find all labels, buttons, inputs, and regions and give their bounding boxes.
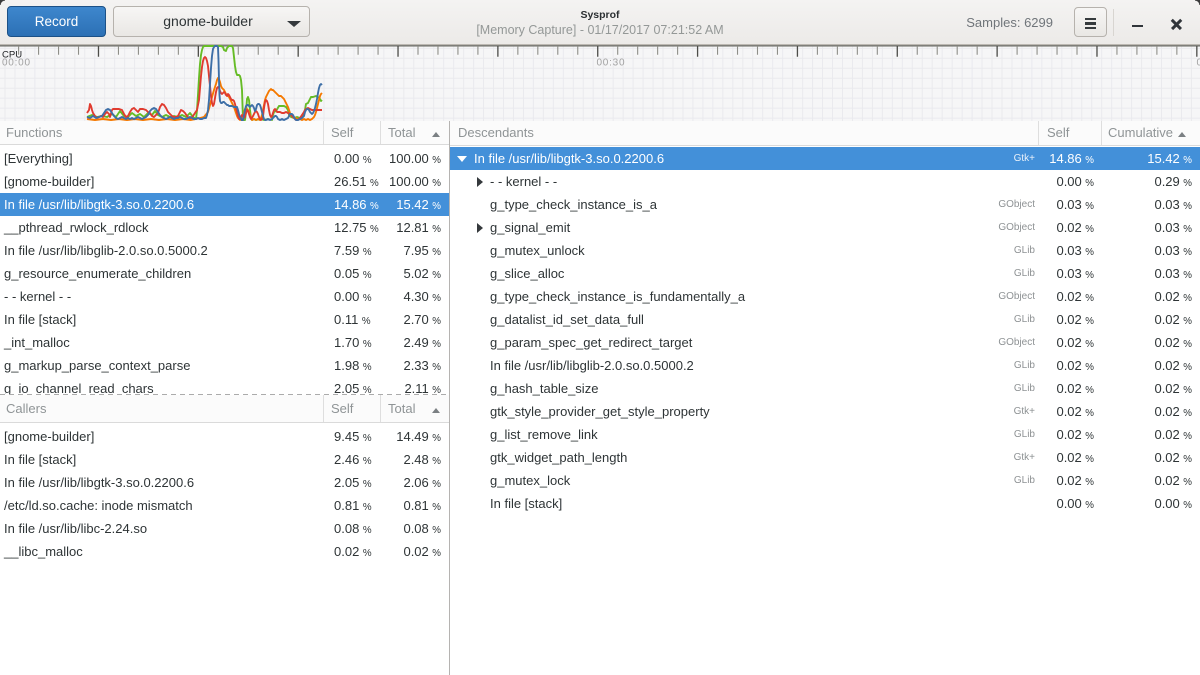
svg-text:00:30: 00:30 xyxy=(597,58,626,69)
svg-text:01:00: 01:00 xyxy=(1197,58,1200,69)
svg-text:00:00: 00:00 xyxy=(2,58,31,69)
